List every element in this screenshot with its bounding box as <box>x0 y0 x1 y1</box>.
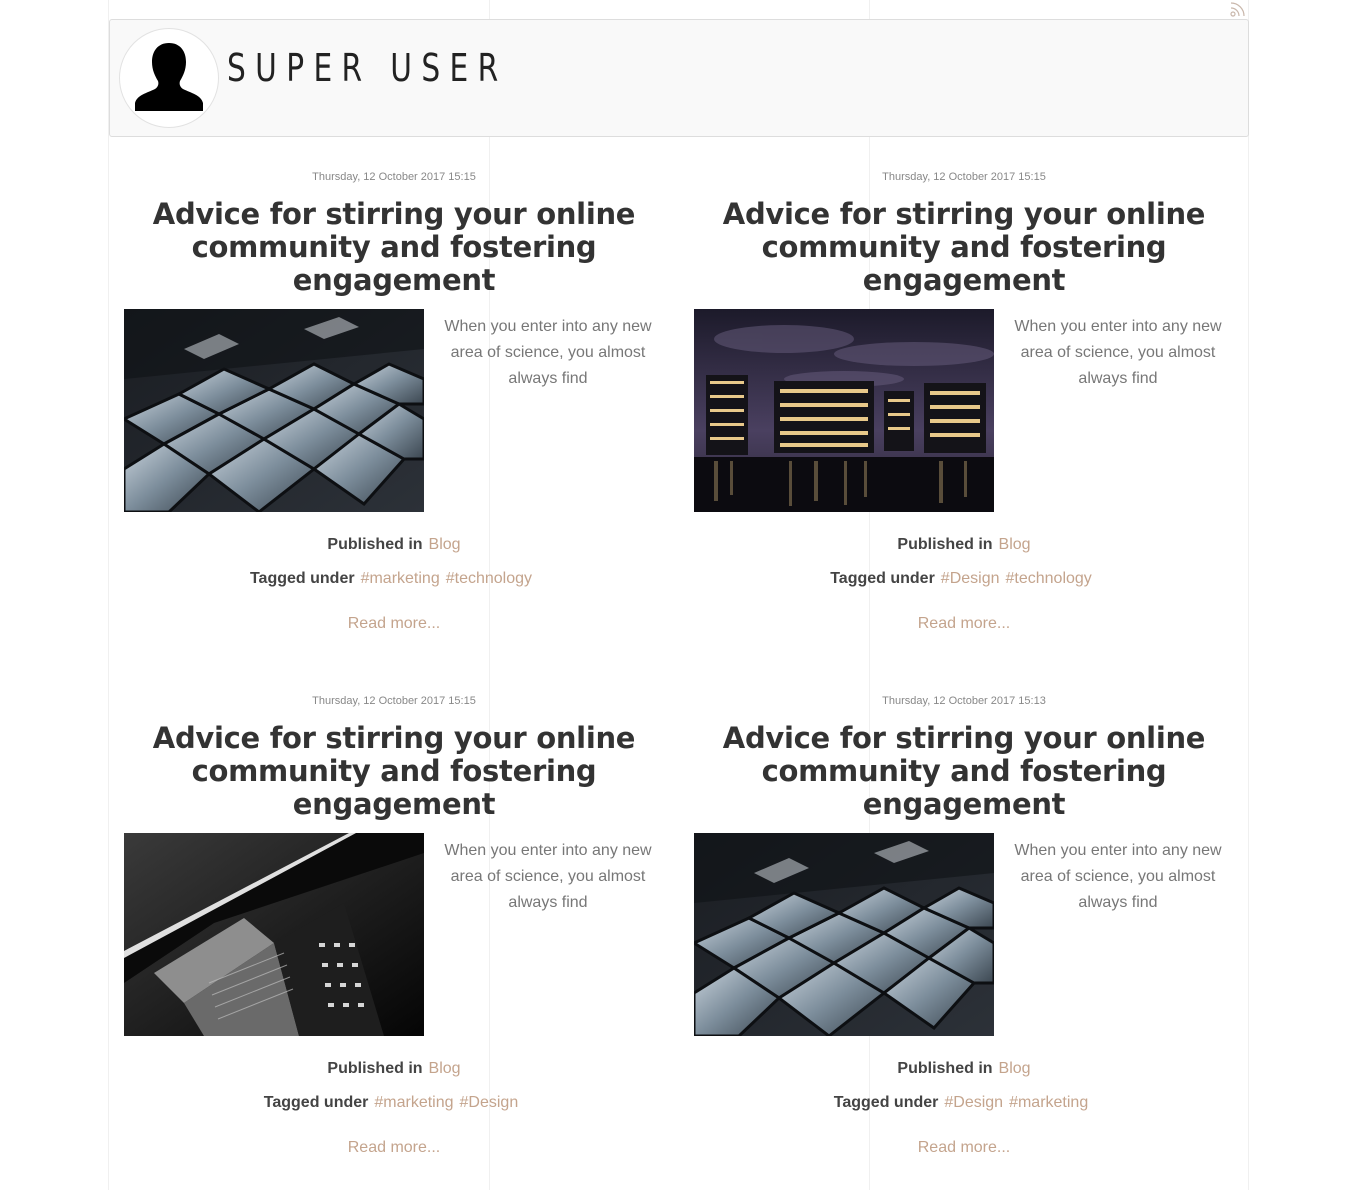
category-link[interactable]: Blog <box>429 1060 461 1077</box>
article-tags-line: Tagged under #marketing #technology <box>109 569 679 589</box>
article-tags-line: Tagged under #Design #marketing <box>679 1093 1249 1113</box>
monochrome-skyscraper-image[interactable] <box>124 833 424 1036</box>
read-more-link[interactable]: Read more... <box>918 1139 1010 1156</box>
read-more-link[interactable]: Read more... <box>918 615 1010 632</box>
tag-link[interactable]: #technology <box>1006 570 1092 587</box>
category-link[interactable]: Blog <box>999 1060 1031 1077</box>
published-label: Published in <box>327 1060 423 1077</box>
article-title[interactable]: Advice for stirring your online communit… <box>149 722 639 821</box>
article-intro: When you enter into any new area of scie… <box>444 842 652 911</box>
article-date: Thursday, 12 October 2017 15:15 <box>312 695 476 707</box>
article-intro: When you enter into any new area of scie… <box>1014 842 1222 911</box>
author-header: SUPER USER <box>109 19 1249 137</box>
main-container: SUPER USER Thursday, 12 October 2017 15:… <box>109 0 1249 1190</box>
read-more-link[interactable]: Read more... <box>348 1139 440 1156</box>
article-title[interactable]: Advice for stirring your online communit… <box>719 722 1209 821</box>
glass-cubes-image[interactable] <box>124 309 424 512</box>
category-link[interactable]: Blog <box>429 536 461 553</box>
article-card: Thursday, 12 October 2017 15:15 Advice f… <box>109 694 679 1158</box>
tagged-label: Tagged under <box>249 570 355 587</box>
read-more: Read more... <box>679 614 1249 634</box>
glass-cubes-image[interactable] <box>694 833 994 1036</box>
tag-link[interactable]: #marketing <box>374 1094 453 1111</box>
tagged-label: Tagged under <box>833 1094 939 1111</box>
read-more: Read more... <box>109 1138 679 1158</box>
rss-icon[interactable] <box>1229 0 1247 18</box>
published-label: Published in <box>327 536 423 553</box>
tag-link[interactable]: #marketing <box>361 570 440 587</box>
article-title[interactable]: Advice for stirring your online communit… <box>719 198 1209 297</box>
article-card: Thursday, 12 October 2017 15:15 Advice f… <box>109 170 679 634</box>
tagged-label: Tagged under <box>263 1094 369 1111</box>
article-date: Thursday, 12 October 2017 15:15 <box>882 171 1046 183</box>
article-tags-line: Tagged under #Design #technology <box>679 569 1249 589</box>
author-name: SUPER USER <box>227 46 508 90</box>
avatar <box>119 28 219 128</box>
read-more: Read more... <box>109 614 679 634</box>
user-silhouette-icon <box>135 43 203 111</box>
tag-link[interactable]: #Design <box>941 570 1000 587</box>
read-more: Read more... <box>679 1138 1249 1158</box>
night-office-building-image[interactable] <box>694 309 994 512</box>
tag-link[interactable]: #marketing <box>1009 1094 1088 1111</box>
article-category-line: Published in Blog <box>109 535 679 555</box>
tag-link[interactable]: #Design <box>944 1094 1003 1111</box>
read-more-link[interactable]: Read more... <box>348 615 440 632</box>
article-card: Thursday, 12 October 2017 15:13 Advice f… <box>679 694 1249 1158</box>
article-card: Thursday, 12 October 2017 15:15 Advice f… <box>679 170 1249 634</box>
published-label: Published in <box>897 536 993 553</box>
article-tags-line: Tagged under #marketing #Design <box>109 1093 679 1113</box>
tag-link[interactable]: #technology <box>446 570 532 587</box>
article-category-line: Published in Blog <box>679 1059 1249 1079</box>
category-link[interactable]: Blog <box>999 536 1031 553</box>
article-title[interactable]: Advice for stirring your online communit… <box>149 198 639 297</box>
article-category-line: Published in Blog <box>109 1059 679 1079</box>
article-date: Thursday, 12 October 2017 15:13 <box>882 695 1046 707</box>
article-intro: When you enter into any new area of scie… <box>444 318 652 387</box>
article-category-line: Published in Blog <box>679 535 1249 555</box>
article-intro: When you enter into any new area of scie… <box>1014 318 1222 387</box>
article-date: Thursday, 12 October 2017 15:15 <box>312 171 476 183</box>
tag-link[interactable]: #Design <box>460 1094 519 1111</box>
tagged-label: Tagged under <box>830 570 935 587</box>
published-label: Published in <box>897 1060 993 1077</box>
